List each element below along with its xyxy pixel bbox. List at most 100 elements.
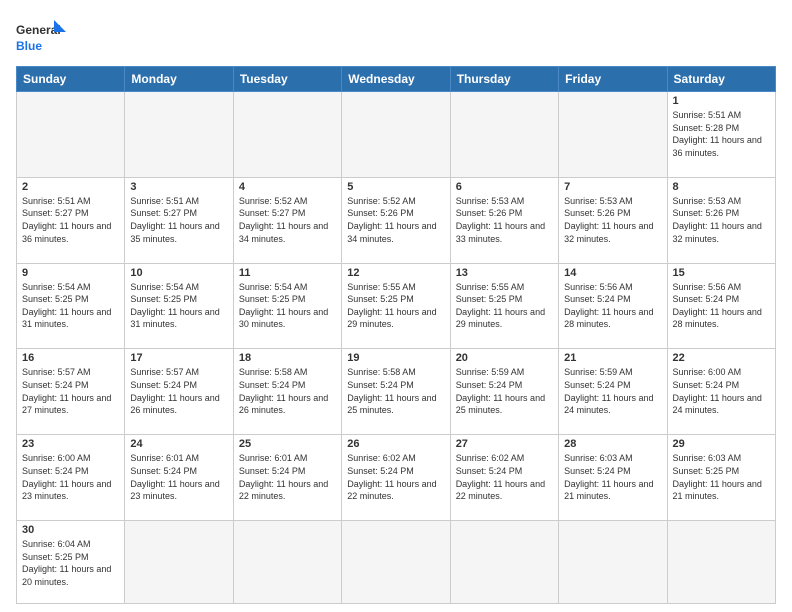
calendar-day-cell: 25Sunrise: 6:01 AMSunset: 5:24 PMDayligh… [233,435,341,521]
calendar-day-cell: 12 Sunrise: 5:55 AMSunset: 5:25 PMDayligh… [342,263,450,349]
calendar-day-cell: 23 Sunrise: 6:00 AMSunset: 5:24 PMDayligh… [17,435,125,521]
calendar-day-header: Saturday [667,67,775,92]
day-number: 19 [347,352,444,364]
day-number: 9 [22,267,119,279]
day-info: Sunrise: 5:59 AMSunset: 5:24 PMDaylight:… [564,366,661,416]
day-number: 28 [564,438,661,450]
day-info: Sunrise: 5:58 AMSunset: 5:24 PMDaylight:… [347,366,444,416]
day-number: 29 [673,438,770,450]
calendar-day-cell: 28 Sunrise: 6:03 AMSunset: 5:24 PMDayligh… [559,435,667,521]
day-number: 15 [673,267,770,279]
calendar-day-cell [559,521,667,604]
calendar-day-cell: 14 Sunrise: 5:56 AMSunset: 5:24 PMDayligh… [559,263,667,349]
day-info: Sunrise: 5:58 AMSunset: 5:24 PMDaylight:… [239,366,336,416]
calendar-week-row: 23 Sunrise: 6:00 AMSunset: 5:24 PMDayligh… [17,435,776,521]
calendar-day-cell: 29 Sunrise: 6:03 AMSunset: 5:25 PMDayligh… [667,435,775,521]
calendar-day-cell: 7 Sunrise: 5:53 AMSunset: 5:26 PMDaylight… [559,177,667,263]
calendar-day-header: Wednesday [342,67,450,92]
calendar-week-row: 16 Sunrise: 5:57 AMSunset: 5:24 PMDayligh… [17,349,776,435]
day-info: Sunrise: 6:03 AMSunset: 5:25 PMDaylight:… [673,452,770,502]
calendar-day-cell [342,521,450,604]
calendar-day-cell: 2Sunrise: 5:51 AMSunset: 5:27 PMDaylight… [17,177,125,263]
day-info: Sunrise: 5:56 AMSunset: 5:24 PMDaylight:… [673,281,770,331]
day-info: Sunrise: 5:52 AMSunset: 5:27 PMDaylight:… [239,195,336,245]
calendar-day-cell: 13 Sunrise: 5:55 AMSunset: 5:25 PMDayligh… [450,263,558,349]
day-number: 12 [347,267,444,279]
day-number: 1 [673,95,770,107]
svg-text:Blue: Blue [16,39,42,53]
day-number: 17 [130,352,227,364]
day-info: Sunrise: 5:55 AMSunset: 5:25 PMDaylight:… [347,281,444,331]
day-number: 2 [22,181,119,193]
calendar-day-cell [450,521,558,604]
day-info: Sunrise: 6:00 AMSunset: 5:24 PMDaylight:… [22,452,119,502]
calendar-day-cell: 4 Sunrise: 5:52 AMSunset: 5:27 PMDaylight… [233,177,341,263]
day-number: 27 [456,438,553,450]
calendar-day-cell [233,92,341,178]
calendar-day-cell: 19 Sunrise: 5:58 AMSunset: 5:24 PMDayligh… [342,349,450,435]
day-number: 26 [347,438,444,450]
calendar-day-header: Tuesday [233,67,341,92]
calendar-day-header: Friday [559,67,667,92]
calendar-day-cell [233,521,341,604]
calendar-day-cell: 10 Sunrise: 5:54 AMSunset: 5:25 PMDayligh… [125,263,233,349]
day-info: Sunrise: 5:52 AMSunset: 5:26 PMDaylight:… [347,195,444,245]
calendar-day-cell: 16 Sunrise: 5:57 AMSunset: 5:24 PMDayligh… [17,349,125,435]
day-info: Sunrise: 5:51 AMSunset: 5:28 PMDaylight:… [673,109,770,159]
day-info: Sunrise: 6:02 AMSunset: 5:24 PMDaylight:… [347,452,444,502]
day-info: Sunrise: 6:04 AMSunset: 5:25 PMDaylight:… [22,538,119,588]
calendar-day-cell [125,521,233,604]
page: General Blue SundayMondayTuesdayWednesda… [0,0,792,612]
calendar-week-row: 1 Sunrise: 5:51 AMSunset: 5:28 PMDaylight… [17,92,776,178]
calendar-header-row: SundayMondayTuesdayWednesdayThursdayFrid… [17,67,776,92]
day-number: 22 [673,352,770,364]
day-number: 24 [130,438,227,450]
day-number: 16 [22,352,119,364]
day-info: Sunrise: 5:54 AMSunset: 5:25 PMDaylight:… [239,281,336,331]
calendar-day-cell [559,92,667,178]
calendar-table: SundayMondayTuesdayWednesdayThursdayFrid… [16,66,776,604]
day-number: 4 [239,181,336,193]
day-number: 18 [239,352,336,364]
calendar-day-cell: 9 Sunrise: 5:54 AMSunset: 5:25 PMDaylight… [17,263,125,349]
calendar-week-row: 30 Sunrise: 6:04 AMSunset: 5:25 PMDayligh… [17,521,776,604]
day-info: Sunrise: 6:01 AMSunset: 5:24 PMDaylight:… [130,452,227,502]
calendar-day-cell: 8Sunrise: 5:53 AMSunset: 5:26 PMDaylight… [667,177,775,263]
calendar-day-cell [667,521,775,604]
logo-svg: General Blue [16,16,66,58]
calendar-day-cell: 3Sunrise: 5:51 AMSunset: 5:27 PMDaylight… [125,177,233,263]
day-info: Sunrise: 5:54 AMSunset: 5:25 PMDaylight:… [22,281,119,331]
calendar-day-cell: 20Sunrise: 5:59 AMSunset: 5:24 PMDayligh… [450,349,558,435]
day-number: 23 [22,438,119,450]
day-info: Sunrise: 5:53 AMSunset: 5:26 PMDaylight:… [564,195,661,245]
day-number: 21 [564,352,661,364]
day-info: Sunrise: 5:53 AMSunset: 5:26 PMDaylight:… [673,195,770,245]
day-number: 30 [22,524,119,536]
day-number: 5 [347,181,444,193]
day-info: Sunrise: 5:56 AMSunset: 5:24 PMDaylight:… [564,281,661,331]
day-number: 11 [239,267,336,279]
day-info: Sunrise: 6:03 AMSunset: 5:24 PMDaylight:… [564,452,661,502]
day-info: Sunrise: 5:54 AMSunset: 5:25 PMDaylight:… [130,281,227,331]
calendar-day-cell: 26 Sunrise: 6:02 AMSunset: 5:24 PMDayligh… [342,435,450,521]
day-info: Sunrise: 5:55 AMSunset: 5:25 PMDaylight:… [456,281,553,331]
calendar-day-cell: 24 Sunrise: 6:01 AMSunset: 5:24 PMDayligh… [125,435,233,521]
calendar-day-cell: 6Sunrise: 5:53 AMSunset: 5:26 PMDaylight… [450,177,558,263]
calendar-week-row: 9 Sunrise: 5:54 AMSunset: 5:25 PMDaylight… [17,263,776,349]
day-info: Sunrise: 5:57 AMSunset: 5:24 PMDaylight:… [22,366,119,416]
day-info: Sunrise: 5:51 AMSunset: 5:27 PMDaylight:… [130,195,227,245]
calendar-day-cell: 18 Sunrise: 5:58 AMSunset: 5:24 PMDayligh… [233,349,341,435]
day-number: 10 [130,267,227,279]
calendar-day-cell: 1 Sunrise: 5:51 AMSunset: 5:28 PMDaylight… [667,92,775,178]
calendar-day-cell [450,92,558,178]
day-number: 7 [564,181,661,193]
calendar-day-cell [342,92,450,178]
calendar-day-header: Thursday [450,67,558,92]
calendar-day-cell: 11 Sunrise: 5:54 AMSunset: 5:25 PMDayligh… [233,263,341,349]
calendar-day-cell: 21 Sunrise: 5:59 AMSunset: 5:24 PMDayligh… [559,349,667,435]
day-number: 13 [456,267,553,279]
day-number: 25 [239,438,336,450]
day-number: 14 [564,267,661,279]
calendar-day-cell: 15 Sunrise: 5:56 AMSunset: 5:24 PMDayligh… [667,263,775,349]
svg-text:General: General [16,23,61,37]
